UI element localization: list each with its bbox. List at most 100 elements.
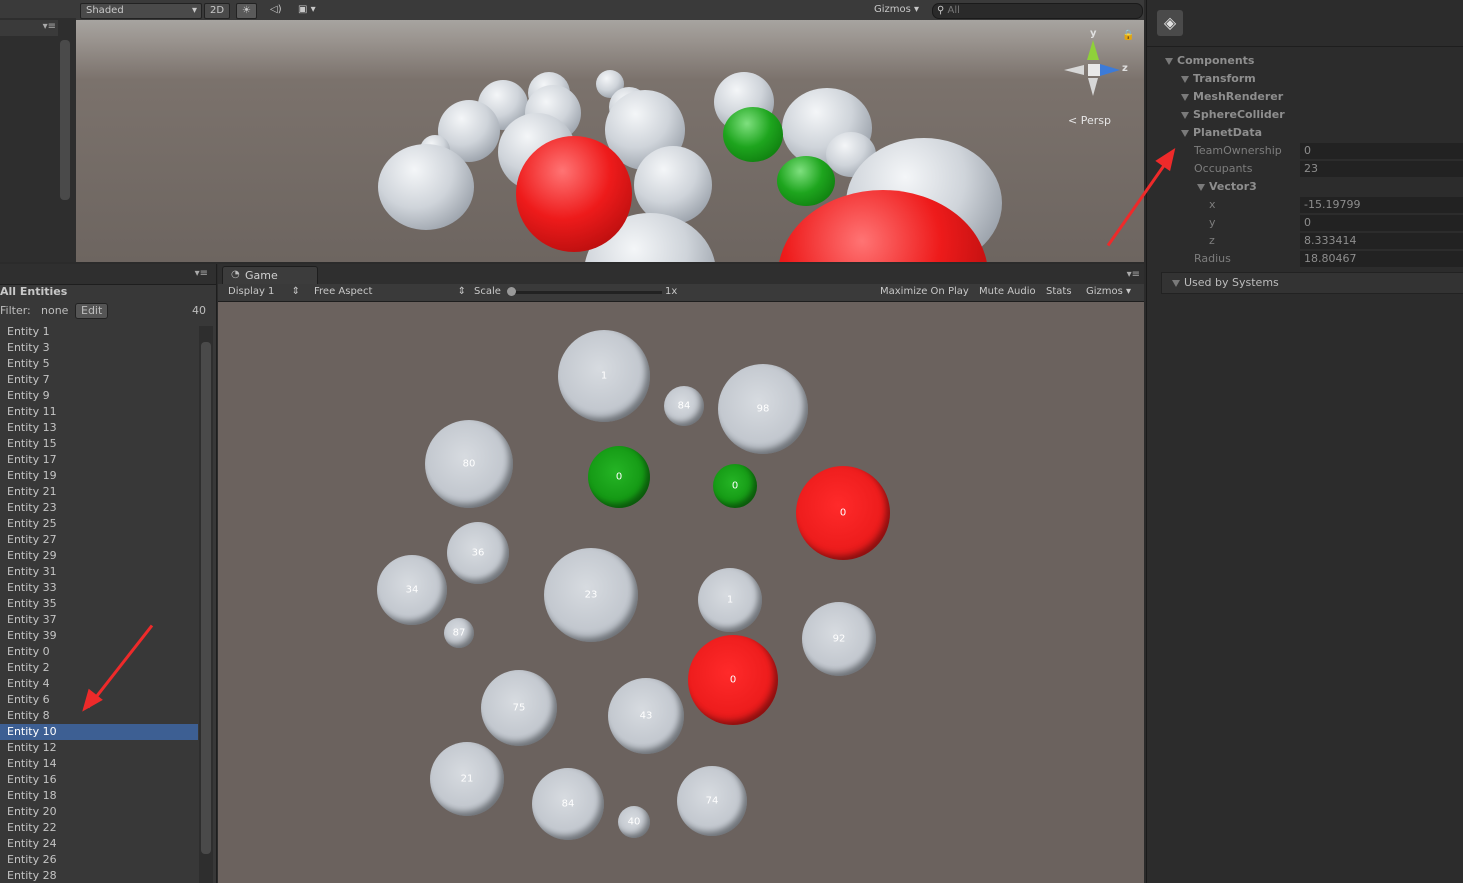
vector3-foldout[interactable]: Vector3 xyxy=(1197,178,1257,196)
planet-grey[interactable]: 40 xyxy=(618,806,650,838)
panel-menu-icon[interactable]: ▾≡ xyxy=(43,21,56,32)
gizmo-y-cone[interactable] xyxy=(1087,40,1099,60)
planet-green[interactable]: 0 xyxy=(713,464,757,508)
list-item[interactable]: Entity 35 xyxy=(0,596,198,612)
planet-grey[interactable]: 21 xyxy=(430,742,504,816)
orientation-gizmo[interactable]: y z xyxy=(1056,26,1128,106)
list-item[interactable]: Entity 39 xyxy=(0,628,198,644)
gizmo-z-cone[interactable] xyxy=(1100,64,1120,76)
list-item[interactable]: Entity 13 xyxy=(0,420,198,436)
scene-search-input[interactable]: ⚲ All xyxy=(932,3,1143,19)
scene-gizmos-dropdown[interactable]: Gizmos ▾ xyxy=(874,3,919,17)
lock-icon[interactable]: 🔒 xyxy=(1122,30,1134,41)
planet-grey[interactable]: 84 xyxy=(532,768,604,840)
gizmo-neg-y-cone[interactable] xyxy=(1088,78,1098,96)
list-item[interactable]: Entity 25 xyxy=(0,516,198,532)
components-foldout[interactable]: Components xyxy=(1165,52,1254,70)
scale-slider[interactable] xyxy=(507,287,662,296)
x-field[interactable]: -15.19799 xyxy=(1300,197,1463,213)
list-item[interactable]: Entity 23 xyxy=(0,500,198,516)
planet-grey[interactable]: 43 xyxy=(608,678,684,754)
component-meshrenderer[interactable]: MeshRenderer xyxy=(1181,88,1283,106)
occupants-field[interactable]: 23 xyxy=(1300,161,1463,177)
list-item[interactable]: Entity 1 xyxy=(0,324,198,340)
planet-grey[interactable]: 74 xyxy=(677,766,747,836)
list-item[interactable]: Entity 17 xyxy=(0,452,198,468)
list-item[interactable]: Entity 18 xyxy=(0,788,198,804)
list-item[interactable]: Entity 3 xyxy=(0,340,198,356)
planet-grey[interactable]: 1 xyxy=(698,568,762,632)
gizmo-x-cone[interactable] xyxy=(1064,65,1084,75)
lighting-toggle[interactable]: ☀ xyxy=(236,3,257,19)
game-gizmos-dropdown[interactable]: Gizmos ▾ xyxy=(1086,285,1131,299)
planet-grey[interactable]: 87 xyxy=(444,618,474,648)
maximize-on-play-toggle[interactable]: Maximize On Play xyxy=(880,285,969,299)
entity-list-scroll-track[interactable] xyxy=(199,326,213,883)
projection-toggle[interactable]: < Persp xyxy=(1068,114,1111,127)
list-item[interactable]: Entity 11 xyxy=(0,404,198,420)
list-item[interactable]: Entity 10 xyxy=(0,724,198,740)
list-item[interactable]: Entity 0 xyxy=(0,644,198,660)
y-field[interactable]: 0 xyxy=(1300,215,1463,231)
list-item[interactable]: Entity 2 xyxy=(0,660,198,676)
planet-grey[interactable]: 1 xyxy=(558,330,650,422)
audio-toggle[interactable]: ◁) xyxy=(270,3,282,17)
left-panel-scrollbar[interactable] xyxy=(60,40,70,200)
panel-menu-icon[interactable]: ▾≡ xyxy=(195,268,208,279)
entity-list-scrollbar[interactable] xyxy=(201,342,211,854)
mode-2d-button[interactable]: 2D xyxy=(204,3,231,19)
list-item[interactable]: Entity 16 xyxy=(0,772,198,788)
z-field[interactable]: 8.333414 xyxy=(1300,233,1463,249)
list-item[interactable]: Entity 31 xyxy=(0,564,198,580)
list-item[interactable]: Entity 5 xyxy=(0,356,198,372)
game-viewport[interactable]: 1 84 98 80 0 0 0 36 34 23 1 92 87 0 75 43 21 84 40 74 xyxy=(218,302,1144,883)
list-item[interactable]: Entity 9 xyxy=(0,388,198,404)
planet-grey[interactable]: 84 xyxy=(664,386,704,426)
list-item[interactable]: Entity 29 xyxy=(0,548,198,564)
tab-game[interactable]: ◔ Game xyxy=(222,266,318,285)
list-item[interactable]: Entity 26 xyxy=(0,852,198,868)
list-item[interactable]: Entity 12 xyxy=(0,740,198,756)
edit-filter-button[interactable]: Edit xyxy=(75,303,109,319)
list-item[interactable]: Entity 7 xyxy=(0,372,198,388)
planet-grey[interactable]: 75 xyxy=(481,670,557,746)
gizmo-center-cube[interactable] xyxy=(1088,64,1100,76)
planet-grey[interactable]: 80 xyxy=(425,420,513,508)
effects-dropdown[interactable]: ▣ ▾ xyxy=(298,3,316,17)
planet-grey[interactable]: 98 xyxy=(718,364,808,454)
game-toolbar: Display 1 ⇕ Free Aspect ⇕ Scale 1x Maxim… xyxy=(218,284,1144,302)
list-item[interactable]: Entity 8 xyxy=(0,708,198,724)
planet-red[interactable]: 0 xyxy=(796,466,890,560)
stats-toggle[interactable]: Stats xyxy=(1046,285,1072,299)
component-planetdata[interactable]: PlanetData xyxy=(1181,124,1262,142)
planet-grey[interactable]: 92 xyxy=(802,602,876,676)
scene-viewport[interactable]: y z 🔒 < Persp xyxy=(76,20,1144,262)
planet-grey[interactable]: 36 xyxy=(447,522,509,584)
aspect-dropdown[interactable]: Free Aspect ⇕ xyxy=(314,285,466,299)
list-item[interactable]: Entity 24 xyxy=(0,836,198,852)
component-transform[interactable]: Transform xyxy=(1181,70,1256,88)
list-item[interactable]: Entity 21 xyxy=(0,484,198,500)
shading-mode-dropdown[interactable]: Shaded ▾ xyxy=(80,3,202,19)
scale-slider-thumb[interactable] xyxy=(507,287,516,296)
display-dropdown[interactable]: Display 1 ⇕ xyxy=(228,285,300,299)
panel-menu-icon[interactable]: ▾≡ xyxy=(1127,269,1140,280)
planet-grey[interactable]: 34 xyxy=(377,555,447,625)
list-item[interactable]: Entity 33 xyxy=(0,580,198,596)
list-item[interactable]: Entity 22 xyxy=(0,820,198,836)
mute-audio-toggle[interactable]: Mute Audio xyxy=(979,285,1036,299)
component-spherecollider[interactable]: SphereCollider xyxy=(1181,106,1285,124)
list-item[interactable]: Entity 20 xyxy=(0,804,198,820)
list-item[interactable]: Entity 14 xyxy=(0,756,198,772)
list-item[interactable]: Entity 28 xyxy=(0,868,198,883)
planet-green[interactable]: 0 xyxy=(588,446,650,508)
list-item[interactable]: Entity 19 xyxy=(0,468,198,484)
used-by-systems-foldout[interactable]: Used by Systems xyxy=(1161,272,1463,294)
planet-red[interactable]: 0 xyxy=(688,635,778,725)
list-item[interactable]: Entity 37 xyxy=(0,612,198,628)
radius-field[interactable]: 18.80467 xyxy=(1300,251,1463,267)
list-item[interactable]: Entity 27 xyxy=(0,532,198,548)
list-item[interactable]: Entity 15 xyxy=(0,436,198,452)
planet-grey[interactable]: 23 xyxy=(544,548,638,642)
team-ownership-field[interactable]: 0 xyxy=(1300,143,1463,159)
